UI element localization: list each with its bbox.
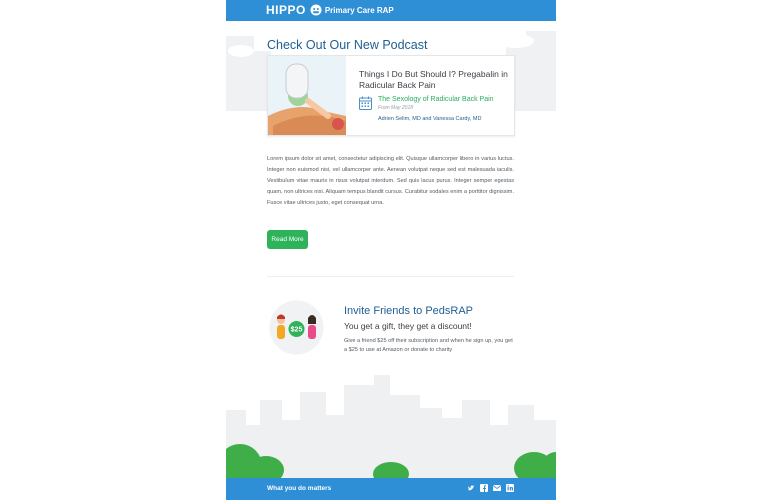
hippo-logo-icon xyxy=(310,4,322,16)
invite-illustration: $25 xyxy=(269,300,324,355)
logo-subtitle: Primary Care RAP xyxy=(324,5,394,15)
email-icon[interactable] xyxy=(493,484,501,492)
skyline-bottom-illustration xyxy=(226,375,556,478)
footer-tagline: What you do matters xyxy=(267,485,332,492)
episode-authors: Adrien Selim, MD and Vanessa Cardy, MD xyxy=(378,116,482,122)
logo-wordmark: HIPPO xyxy=(266,3,306,17)
episode-subtitle-link[interactable]: The Sexology of Radicular Back Pain xyxy=(378,96,494,103)
body-paragraph: Lorem ipsum dolor sit amet, consectetur … xyxy=(267,156,514,207)
invite-body: Give a friend $25 off their subscription… xyxy=(344,338,513,353)
read-more-button[interactable]: Read More xyxy=(267,230,308,249)
episode-title[interactable]: Things I Do But Should I? Pregabalin in … xyxy=(359,69,509,91)
footer-bar: What you do matters xyxy=(226,478,556,500)
calendar-icon xyxy=(359,96,372,110)
podcast-illustration xyxy=(268,56,346,135)
twitter-icon[interactable] xyxy=(467,484,475,492)
header-bar: HIPPO Primary Care RAP xyxy=(226,0,556,21)
podcast-card[interactable]: Things I Do But Should I? Pregabalin in … xyxy=(267,55,515,136)
logo[interactable]: HIPPO Primary Care RAP xyxy=(266,3,394,17)
invite-subtitle: You get a gift, they get a discount! xyxy=(344,321,472,331)
email-container: HIPPO Primary Care RAP Check Out Our New… xyxy=(226,0,556,500)
linkedin-icon[interactable] xyxy=(506,484,514,492)
podcast-heading: Check Out Our New Podcast xyxy=(267,38,428,52)
facebook-icon[interactable] xyxy=(480,484,488,492)
gift-amount-badge: $25 xyxy=(291,327,303,334)
invite-title[interactable]: Invite Friends to PedsRAP xyxy=(344,305,473,317)
episode-date: From May 2018 xyxy=(378,105,414,111)
section-divider xyxy=(267,276,514,277)
